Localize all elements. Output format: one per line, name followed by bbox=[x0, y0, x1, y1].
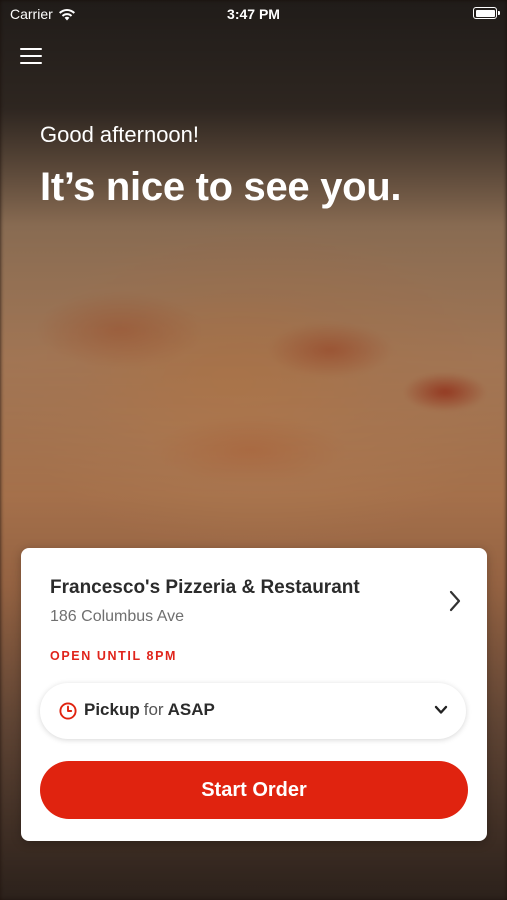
order-time: ASAP bbox=[167, 700, 215, 719]
order-type-text: Pickup for ASAP bbox=[84, 700, 215, 720]
location-card: Francesco's Pizzeria & Restaurant 186 Co… bbox=[21, 548, 487, 841]
restaurant-name: Francesco's Pizzeria & Restaurant bbox=[50, 577, 360, 598]
chevron-down-icon bbox=[434, 705, 448, 714]
hamburger-menu-icon[interactable] bbox=[20, 48, 42, 68]
status-bar: Carrier 3:47 PM bbox=[0, 0, 507, 28]
order-connector: for bbox=[143, 700, 164, 719]
order-mode: Pickup bbox=[84, 700, 140, 719]
hours-status: OPEN UNTIL 8PM bbox=[50, 649, 178, 663]
battery-icon bbox=[473, 7, 500, 19]
greeting-text: Good afternoon! bbox=[40, 122, 200, 147]
start-order-button[interactable]: Start Order bbox=[40, 761, 468, 819]
clock-icon bbox=[59, 702, 77, 720]
restaurant-address: 186 Columbus Ave bbox=[50, 608, 185, 625]
order-type-dropdown[interactable]: Pickup for ASAP bbox=[40, 683, 466, 739]
clock-time: 3:47 PM bbox=[227, 6, 280, 22]
restaurant-selector[interactable]: Francesco's Pizzeria & Restaurant 186 Co… bbox=[21, 548, 487, 643]
chevron-right-icon bbox=[449, 590, 461, 612]
battery-level bbox=[475, 9, 495, 17]
menu-line bbox=[20, 62, 42, 64]
menu-line bbox=[20, 48, 42, 50]
welcome-headline: It’s nice to see you. bbox=[40, 165, 402, 209]
menu-line bbox=[20, 55, 42, 57]
